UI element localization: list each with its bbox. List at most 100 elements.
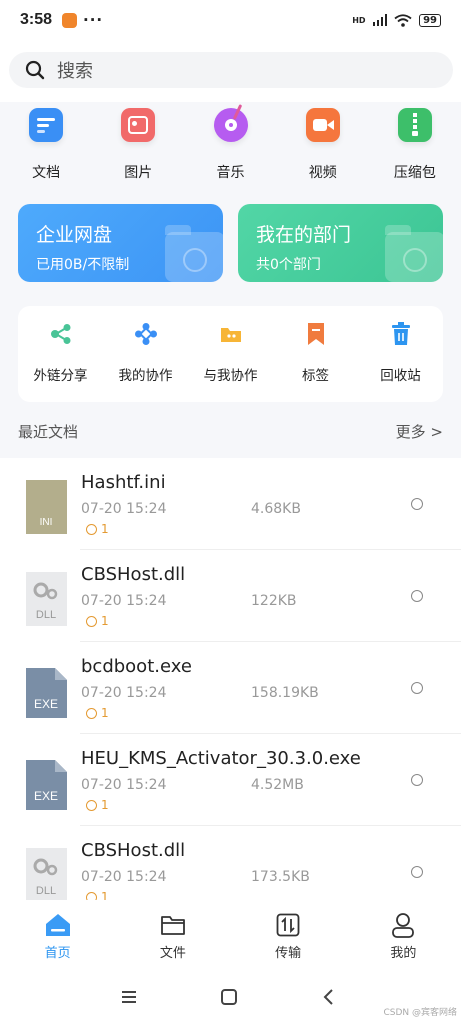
version-badge: 1 <box>86 798 109 812</box>
tool-label: 回收站 <box>380 368 421 384</box>
version-count: 1 <box>101 706 109 720</box>
shared-folder-icon <box>219 322 243 346</box>
history-icon <box>86 615 97 627</box>
list-item[interactable]: EXE HEU_KMS_Activator_30.3.0.exe 07-20 1… <box>0 734 461 826</box>
file-size: 4.68KB <box>251 501 301 517</box>
folder-icon <box>385 225 443 282</box>
category-images[interactable]: 图片 <box>92 102 184 182</box>
recent-title: 最近文档 <box>18 423 79 441</box>
home-icon <box>45 912 71 938</box>
music-icon <box>213 104 248 142</box>
file-name: HEU_KMS_Activator_30.3.0.exe <box>81 748 361 769</box>
category-music[interactable]: 音乐 <box>184 102 276 182</box>
home-button-icon[interactable] <box>219 987 239 1007</box>
category-archives[interactable]: 压缩包 <box>369 102 461 182</box>
transfer-icon <box>275 912 301 938</box>
version-badge: 1 <box>86 614 109 628</box>
file-size: 173.5KB <box>251 869 310 885</box>
select-radio[interactable] <box>411 774 423 786</box>
search-icon <box>25 60 45 80</box>
hd-indicator: HD <box>352 15 366 25</box>
category-label: 压缩包 <box>393 165 436 181</box>
card-subtitle: 已用0B/不限制 <box>36 257 130 273</box>
file-type-label: DLL <box>36 609 56 621</box>
file-size: 122KB <box>251 593 297 609</box>
list-item[interactable]: DLL CBSHost.dll 07-20 15:24 173.5KB 1 <box>0 826 461 900</box>
select-radio[interactable] <box>411 498 423 510</box>
category-label: 音乐 <box>216 165 245 181</box>
tool-recycle-bin[interactable]: 回收站 <box>358 306 443 402</box>
history-icon <box>86 523 97 535</box>
exe-file-icon: EXE <box>24 662 69 720</box>
signal-icon <box>372 14 388 26</box>
file-size: 158.19KB <box>251 685 319 701</box>
file-name: Hashtf.ini <box>81 472 166 493</box>
search-input[interactable]: 搜索 <box>9 52 453 88</box>
menu-icon[interactable] <box>119 987 139 1007</box>
file-date: 07-20 15:24 <box>81 593 167 609</box>
folder-icon <box>165 225 223 282</box>
enterprise-drive-card[interactable]: 企业网盘 已用0B/不限制 <box>18 204 223 282</box>
version-badge: 1 <box>86 706 109 720</box>
category-video[interactable]: 视频 <box>277 102 369 182</box>
list-item[interactable]: EXE bcdboot.exe 07-20 15:24 158.19KB 1 <box>0 642 461 734</box>
file-date: 07-20 15:24 <box>81 869 167 885</box>
tab-profile[interactable]: 我的 <box>346 900 461 970</box>
list-item[interactable]: INI Hashtf.ini 07-20 15:24 4.68KB 1 <box>0 458 461 550</box>
dll-file-icon: DLL <box>24 570 69 628</box>
history-icon <box>86 799 97 811</box>
tab-files[interactable]: 文件 <box>115 900 230 970</box>
tab-transfer[interactable]: 传输 <box>231 900 346 970</box>
tools-panel: 外链分享 我的协作 与我协作 标签 回收站 <box>18 306 443 402</box>
back-icon[interactable] <box>319 987 339 1007</box>
tool-collaborate-with-me[interactable]: 与我协作 <box>188 306 273 402</box>
doc-icon <box>29 108 64 142</box>
search-area: 搜索 <box>0 40 461 102</box>
recent-file-list: INI Hashtf.ini 07-20 15:24 4.68KB 1 DLL … <box>0 458 461 900</box>
folder-icon <box>160 912 186 938</box>
category-label: 文档 <box>32 165 61 181</box>
category-row: 文档 图片 音乐 视频 压缩包 <box>0 102 461 182</box>
tool-share-link[interactable]: 外链分享 <box>18 306 103 402</box>
status-bar: 3:58 ··· HD 99 <box>0 0 461 40</box>
tool-label: 我的协作 <box>118 368 173 384</box>
version-count: 1 <box>101 522 109 536</box>
watermark: CSDN @宾客网络 <box>383 1008 457 1018</box>
search-placeholder: 搜索 <box>57 61 93 82</box>
file-size: 4.52MB <box>251 777 304 793</box>
tool-label: 与我协作 <box>203 368 258 384</box>
file-date: 07-20 15:24 <box>81 685 167 701</box>
version-badge: 1 <box>86 890 109 900</box>
file-type-label: INI <box>40 517 53 528</box>
file-type-label: EXE <box>34 697 58 711</box>
my-department-card[interactable]: 我在的部门 共0个部门 <box>238 204 443 282</box>
select-radio[interactable] <box>411 590 423 602</box>
category-documents[interactable]: 文档 <box>0 102 92 182</box>
ini-file-icon: INI <box>24 478 69 536</box>
file-date: 07-20 15:24 <box>81 501 167 517</box>
card-subtitle: 共0个部门 <box>256 257 321 273</box>
file-type-label: EXE <box>34 789 58 803</box>
select-radio[interactable] <box>411 866 423 878</box>
category-label: 图片 <box>124 165 153 181</box>
file-name: bcdboot.exe <box>81 656 192 677</box>
select-radio[interactable] <box>411 682 423 694</box>
more-notifications-icon: ··· <box>83 11 104 29</box>
file-type-label: DLL <box>36 885 56 897</box>
file-name: CBSHost.dll <box>81 564 186 585</box>
history-icon <box>86 891 97 900</box>
tab-home[interactable]: 首页 <box>0 900 115 970</box>
tool-label: 外链分享 <box>33 368 88 384</box>
category-label: 视频 <box>308 165 337 181</box>
app-notification-icon <box>62 12 78 28</box>
tool-my-collaboration[interactable]: 我的协作 <box>103 306 188 402</box>
tab-label: 我的 <box>390 946 417 961</box>
version-badge: 1 <box>86 522 109 536</box>
list-item[interactable]: DLL CBSHost.dll 07-20 15:24 122KB 1 <box>0 550 461 642</box>
profile-icon <box>390 912 416 938</box>
more-link[interactable]: 更多 > <box>396 421 443 442</box>
share-link-icon <box>49 322 73 346</box>
tool-tags[interactable]: 标签 <box>273 306 358 402</box>
collaboration-icon <box>134 322 158 346</box>
system-nav-bar: CSDN @宾客网络 <box>0 970 461 1024</box>
